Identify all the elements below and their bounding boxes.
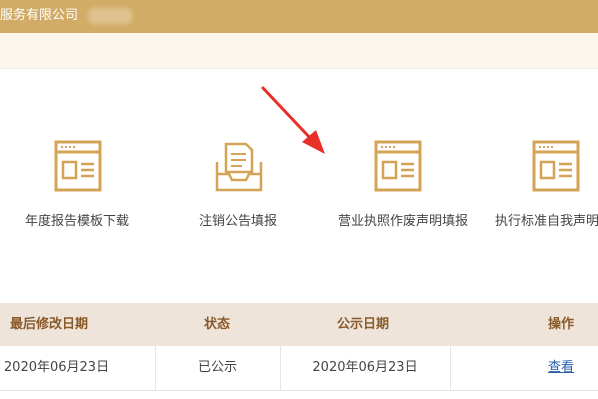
modified-date-cell: 2020年06月23日 bbox=[3, 360, 110, 375]
tile-standard-self-declaration[interactable]: 执行标准自我声明填报 bbox=[495, 140, 598, 250]
document-tray-icon bbox=[215, 142, 263, 192]
publish-date-cell: 2020年06月23日 bbox=[312, 360, 418, 375]
column-header: 操作 bbox=[548, 317, 575, 332]
tile-annual-report-template[interactable]: 年度报告模板下载 bbox=[17, 140, 137, 250]
cell-divider bbox=[450, 346, 451, 390]
annotation-arrow-icon bbox=[261, 86, 325, 154]
view-link[interactable]: 查看 bbox=[548, 346, 574, 390]
table-header: 最后修改日期 状态 公示日期 操作 bbox=[0, 303, 598, 346]
tile-label: 执行标准自我声明填报 bbox=[495, 214, 598, 229]
top-bar: 服务有限公司 bbox=[0, 0, 598, 33]
column-header: 状态 bbox=[204, 317, 231, 332]
sub-bar bbox=[0, 33, 598, 69]
form-document-icon bbox=[374, 140, 422, 192]
form-document-icon bbox=[54, 140, 102, 192]
tile-label: 注销公告填报 bbox=[198, 214, 277, 229]
table-row: 2020年06月23日 已公示 2020年06月23日 查看 bbox=[0, 346, 598, 391]
status-cell: 已公示 bbox=[197, 360, 237, 375]
tile-license-void-statement[interactable]: 营业执照作废声明填报 bbox=[338, 140, 469, 250]
tile-label: 年度报告模板下载 bbox=[24, 214, 129, 229]
redacted-user-name bbox=[88, 8, 132, 24]
company-name: 服务有限公司 bbox=[0, 8, 79, 23]
column-header: 最后修改日期 bbox=[10, 317, 89, 332]
form-document-icon bbox=[532, 140, 580, 192]
column-header: 公示日期 bbox=[337, 317, 390, 332]
tile-label: 营业执照作废声明填报 bbox=[338, 214, 469, 229]
